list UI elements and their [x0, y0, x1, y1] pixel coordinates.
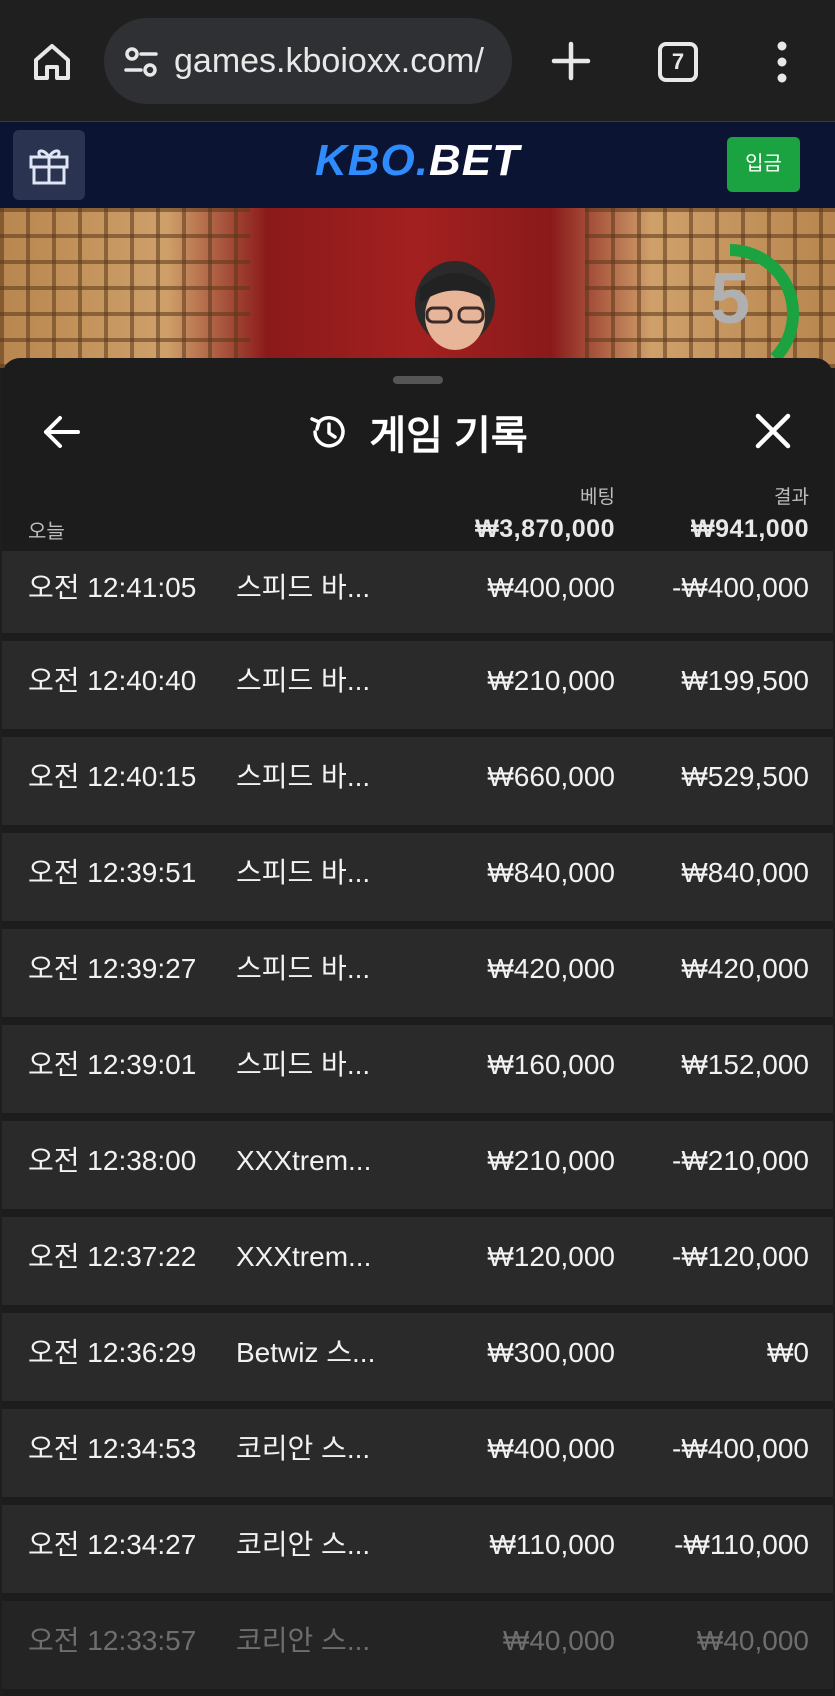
sheet-header: 게임 기록 [2, 402, 833, 462]
row-game-name: 코리안 스... [236, 1433, 371, 1464]
row-result-amount: ₩0 [767, 1337, 809, 1368]
history-row[interactable]: 오전 12:40:15 스피드 바... ₩660,000 ₩529,500 [2, 737, 833, 825]
row-time: 오전 12:38:00 [28, 1145, 197, 1176]
total-result-summary: 결과 ₩941,000 [691, 482, 809, 544]
logo-kbo: KBO. [315, 136, 429, 185]
row-result-amount: -₩110,000 [674, 1529, 809, 1560]
tune-icon[interactable] [122, 42, 162, 82]
row-game-name: 스피드 바... [236, 953, 371, 984]
history-row[interactable]: 오전 12:40:40 스피드 바... ₩210,000 ₩199,500 [2, 641, 833, 729]
row-result-amount: -₩400,000 [672, 1433, 809, 1464]
tabs-icon[interactable]: 7 [658, 42, 698, 82]
game-history-sheet: 게임 기록 오늘 베팅 ₩3,870,000 결과 ₩941,000 오전 12… [2, 358, 833, 1696]
history-row[interactable]: 오전 12:34:53 코리안 스... ₩400,000 -₩400,000 [2, 1409, 833, 1497]
logo-bet: BET [429, 136, 520, 185]
row-bet-amount: ₩400,000 [487, 572, 615, 603]
row-game-name: 스피드 바... [236, 761, 371, 792]
row-result-amount: -₩210,000 [672, 1145, 809, 1176]
row-time: 오전 12:39:27 [28, 953, 197, 984]
history-row[interactable]: 오전 12:34:27 코리안 스... ₩110,000 -₩110,000 [2, 1505, 833, 1593]
row-time: 오전 12:39:51 [28, 857, 197, 888]
history-row[interactable]: 오전 12:36:29 Betwiz 스... ₩300,000 ₩0 [2, 1313, 833, 1401]
history-row[interactable]: 오전 12:39:27 스피드 바... ₩420,000 ₩420,000 [2, 929, 833, 1017]
history-row[interactable]: 오전 12:39:51 스피드 바... ₩840,000 ₩840,000 [2, 833, 833, 921]
row-result-amount: ₩529,500 [681, 761, 809, 792]
row-time: 오전 12:34:27 [28, 1529, 197, 1560]
row-game-name: Betwiz 스... [236, 1337, 376, 1368]
lattice-decoration [0, 208, 250, 368]
row-time: 오전 12:41:05 [28, 572, 197, 603]
page-title: 게임 기록 [369, 414, 528, 458]
row-result-amount: ₩152,000 [681, 1049, 809, 1080]
total-result-value: ₩941,000 [691, 515, 809, 543]
row-bet-amount: ₩210,000 [487, 665, 615, 696]
bet-column-label: 베팅 [580, 487, 615, 508]
row-game-name: 스피드 바... [236, 665, 371, 696]
row-bet-amount: ₩120,000 [487, 1241, 615, 1272]
date-group-label: 오늘 [28, 521, 65, 543]
row-bet-amount: ₩110,000 [489, 1529, 615, 1560]
history-list: 오전 12:41:05 스피드 바... ₩400,000 -₩400,000 오전 1… [2, 551, 833, 1696]
deposit-button[interactable]: 입금 [727, 137, 800, 192]
address-bar[interactable]: games.kboioxx.com/ [104, 18, 512, 104]
row-time: 오전 12:40:40 [28, 665, 197, 696]
result-column-label: 결과 [774, 487, 809, 508]
row-bet-amount: ₩660,000 [487, 761, 615, 792]
close-icon[interactable] [752, 410, 794, 452]
row-result-amount: ₩40,000 [696, 1625, 809, 1656]
drag-handle[interactable] [393, 376, 443, 384]
row-time: 오전 12:34:53 [28, 1433, 197, 1464]
row-game-name: XXXtrem... [236, 1241, 372, 1272]
history-row[interactable]: 오전 12:41:05 스피드 바... ₩400,000 -₩400,000 [2, 551, 833, 633]
row-time: 오전 12:40:15 [28, 761, 197, 792]
url-text[interactable]: games.kboioxx.com/ [174, 18, 484, 104]
history-row[interactable]: 오전 12:33:57 코리안 스... ₩40,000 ₩40,000 [2, 1601, 833, 1689]
row-time: 오전 12:36:29 [28, 1337, 197, 1368]
history-row[interactable]: 오전 12:37:22 XXXtrem... ₩120,000 -₩120,000 [2, 1217, 833, 1305]
row-time: 오전 12:39:01 [28, 1049, 197, 1080]
row-time: 오전 12:37:22 [28, 1241, 197, 1272]
plus-icon[interactable] [548, 38, 594, 84]
row-time: 오전 12:33:57 [28, 1625, 197, 1656]
live-video: 5 [0, 208, 835, 368]
total-bet-value: ₩3,870,000 [475, 515, 615, 543]
total-bet-summary: 베팅 ₩3,870,000 [475, 482, 615, 544]
history-row[interactable]: 오전 12:39:01 스피드 바... ₩160,000 ₩152,000 [2, 1025, 833, 1113]
row-result-amount: ₩840,000 [681, 857, 809, 888]
row-game-name: 스피드 바... [236, 857, 371, 888]
dealer-image [415, 261, 495, 350]
row-result-amount: -₩400,000 [672, 572, 809, 603]
row-bet-amount: ₩210,000 [487, 1145, 615, 1176]
site-header: KBO.BET 입금 [0, 122, 835, 208]
row-result-amount: ₩199,500 [681, 665, 809, 696]
history-icon [310, 416, 346, 448]
browser-toolbar: games.kboioxx.com/ 7 [0, 0, 835, 122]
row-result-amount: -₩120,000 [672, 1241, 809, 1272]
more-vert-icon[interactable] [770, 40, 794, 84]
row-bet-amount: ₩400,000 [487, 1433, 615, 1464]
row-game-name: XXXtrem... [236, 1145, 372, 1176]
row-game-name: 코리안 스... [236, 1529, 371, 1560]
row-result-amount: ₩420,000 [681, 953, 809, 984]
home-icon[interactable] [30, 40, 74, 84]
row-bet-amount: ₩40,000 [502, 1625, 615, 1656]
row-game-name: 코리안 스... [236, 1625, 371, 1656]
row-bet-amount: ₩420,000 [487, 953, 615, 984]
row-bet-amount: ₩300,000 [487, 1337, 615, 1368]
countdown-number: 5 [709, 259, 751, 339]
row-bet-amount: ₩160,000 [487, 1049, 615, 1080]
site-logo[interactable]: KBO.BET [0, 136, 835, 186]
history-row[interactable]: 오전 12:38:00 XXXtrem... ₩210,000 -₩210,000 [2, 1121, 833, 1209]
row-game-name: 스피드 바... [236, 572, 371, 603]
row-game-name: 스피드 바... [236, 1049, 371, 1080]
row-bet-amount: ₩840,000 [487, 857, 615, 888]
